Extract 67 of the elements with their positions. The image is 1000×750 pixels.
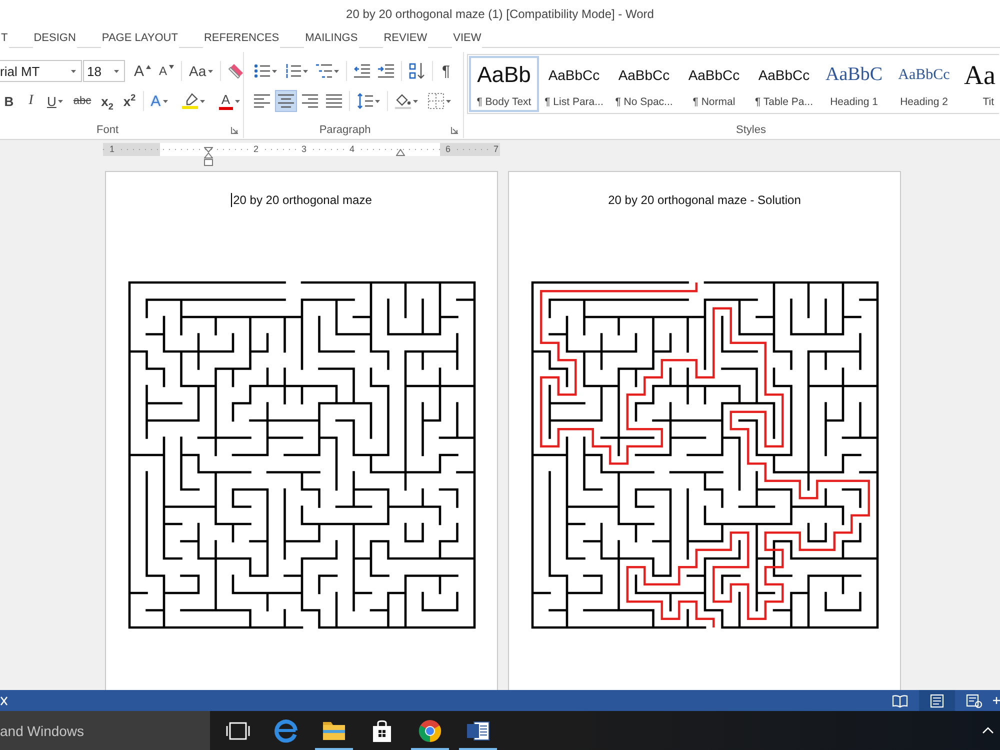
text-effects-button[interactable]: A: [148, 90, 171, 112]
show-marks-button[interactable]: ¶: [437, 60, 455, 82]
right-indent-marker-icon[interactable]: [396, 149, 404, 156]
circle-logo-icon[interactable]: [418, 718, 442, 742]
search-field[interactable]: and Windows: [0, 711, 210, 750]
cross-icon[interactable]: [0, 696, 8, 706]
multilevel-list-icon[interactable]: [316, 63, 332, 79]
page-heading: 20 by 20 orthogonal maze - Solution: [608, 193, 801, 207]
ruler-number: 1: [108, 144, 116, 155]
dialog-launcher-icon[interactable]: [451, 126, 458, 134]
change-case-button[interactable]: Aa: [186, 60, 216, 82]
font-color-button[interactable]: A: [216, 90, 243, 112]
down-triangle-icon[interactable]: [169, 65, 174, 69]
ruler-number: 6: [444, 144, 452, 155]
document-logo-icon[interactable]: [466, 718, 490, 742]
swirl-logo-icon[interactable]: [274, 718, 298, 742]
paint-bucket-icon[interactable]: [395, 93, 411, 109]
web-page-icon[interactable]: [966, 694, 982, 708]
caret-icon[interactable]: [71, 70, 76, 72]
shopping-bag-icon[interactable]: [370, 718, 394, 742]
caret-icon[interactable]: [208, 70, 214, 72]
numbered-list-icon[interactable]: [285, 63, 301, 79]
underline-button[interactable]: U: [44, 90, 66, 112]
caret-icon[interactable]: [272, 70, 277, 72]
print-layout-button[interactable]: [919, 690, 955, 711]
border-grid-icon[interactable]: [428, 93, 444, 109]
caret-icon[interactable]: [446, 100, 451, 102]
caret-icon[interactable]: [162, 100, 168, 102]
ruler-number: 4: [348, 144, 356, 155]
group-label: Styles: [736, 124, 766, 136]
group-label: Font: [96, 124, 118, 136]
color-swatch-icon[interactable]: [218, 106, 233, 110]
caret-icon[interactable]: [334, 70, 339, 72]
caret-icon[interactable]: [234, 100, 240, 102]
shrink-font-button[interactable]: A: [156, 60, 178, 82]
up-triangle-icon[interactable]: [146, 65, 152, 69]
caret-icon[interactable]: [114, 70, 119, 72]
style-option[interactable]: AaBb ¶ Body Text: [469, 56, 539, 112]
group-label: Paragraph: [319, 124, 371, 136]
plus-icon[interactable]: [993, 697, 1000, 704]
ruler-number: 3: [300, 144, 308, 155]
bold-button[interactable]: B: [0, 90, 18, 112]
font-size-field[interactable]: 18: [83, 60, 125, 82]
highlighter-icon[interactable]: [182, 93, 198, 109]
dialog-launcher-icon[interactable]: [231, 126, 238, 134]
caret-icon[interactable]: [413, 100, 418, 102]
subscript-button[interactable]: x$_{2}$: [98, 90, 116, 112]
page-icon[interactable]: [929, 694, 945, 708]
indent-marker-icon[interactable]: [204, 147, 212, 166]
caret-icon[interactable]: [303, 70, 308, 72]
borders-button[interactable]: [425, 90, 454, 112]
page-heading: 20 by 20 orthogonal maze: [233, 193, 372, 207]
caret-icon[interactable]: [58, 100, 64, 102]
open-book-icon[interactable]: [892, 694, 908, 708]
bulleted-list-icon[interactable]: [254, 63, 270, 79]
font-name-field[interactable]: rial MT: [0, 60, 82, 82]
caret-icon[interactable]: [200, 100, 205, 102]
grow-font-button[interactable]: A: [131, 60, 154, 82]
window-title: 20 by 20 orthogonal maze (1) [Compatibility Mode] - Word: [346, 6, 654, 21]
ruler-number: 7: [492, 144, 500, 155]
superscript-button[interactable]: x$^{2}$: [120, 90, 139, 112]
strikethrough-button[interactable]: abc: [70, 90, 94, 112]
caret-icon[interactable]: [375, 100, 380, 102]
ruler-number: 2: [252, 144, 260, 155]
chevron-up-icon[interactable]: [982, 727, 994, 734]
line-spacing-icon[interactable]: [357, 93, 373, 109]
italic-button[interactable]: I: [22, 90, 40, 112]
